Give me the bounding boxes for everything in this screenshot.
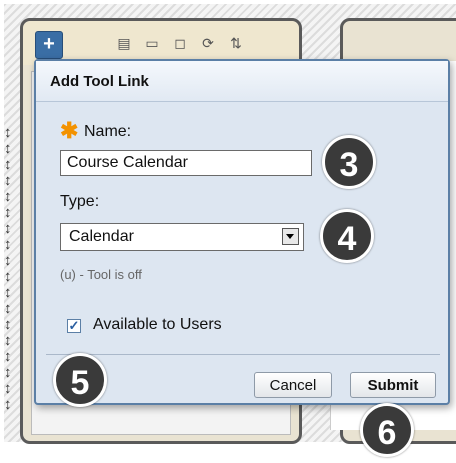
sort-icon[interactable]: ⇅ — [227, 34, 245, 52]
dialog-header: Add Tool Link — [36, 61, 448, 102]
list-icon[interactable]: ▤ — [115, 34, 133, 52]
dialog-divider — [46, 354, 440, 355]
submit-button[interactable]: Submit — [350, 372, 436, 398]
required-icon: ✱ — [60, 118, 79, 143]
chevron-down-icon[interactable] — [282, 228, 299, 245]
available-to-users-label: Available to Users — [93, 316, 222, 333]
dialog-title: Add Tool Link — [50, 73, 149, 90]
tool-status-note: (u) - Tool is off — [60, 267, 142, 282]
add-menu-item-button[interactable]: + — [35, 31, 63, 59]
add-tool-link-dialog: Add Tool Link ✱ Name: Type: Calendar (u)… — [34, 59, 450, 405]
step-marker-4: 4 — [320, 209, 374, 263]
type-select[interactable]: Calendar — [60, 223, 304, 251]
name-field[interactable] — [60, 150, 312, 176]
folder-icon[interactable]: ▭ — [143, 34, 161, 52]
step-marker-3: 3 — [322, 135, 376, 189]
drag-handles[interactable]: ↕ ↕ ↕ ↕ ↕ ↕ ↕ ↕ ↕ ↕ ↕ ↕ ↕ ↕ ↕ ↕ ↕ ↕ — [4, 125, 26, 425]
type-label: Type: — [60, 193, 100, 210]
available-to-users-checkbox[interactable]: ✓ — [67, 319, 81, 333]
name-label: Name: — [84, 123, 132, 140]
cancel-button[interactable]: Cancel — [254, 372, 332, 398]
step-marker-6: 6 — [360, 403, 414, 457]
window-icon[interactable]: ◻ — [171, 34, 189, 52]
step-marker-5: 5 — [53, 353, 107, 407]
type-selected-value: Calendar — [69, 228, 134, 245]
refresh-icon[interactable]: ⟳ — [199, 34, 217, 52]
